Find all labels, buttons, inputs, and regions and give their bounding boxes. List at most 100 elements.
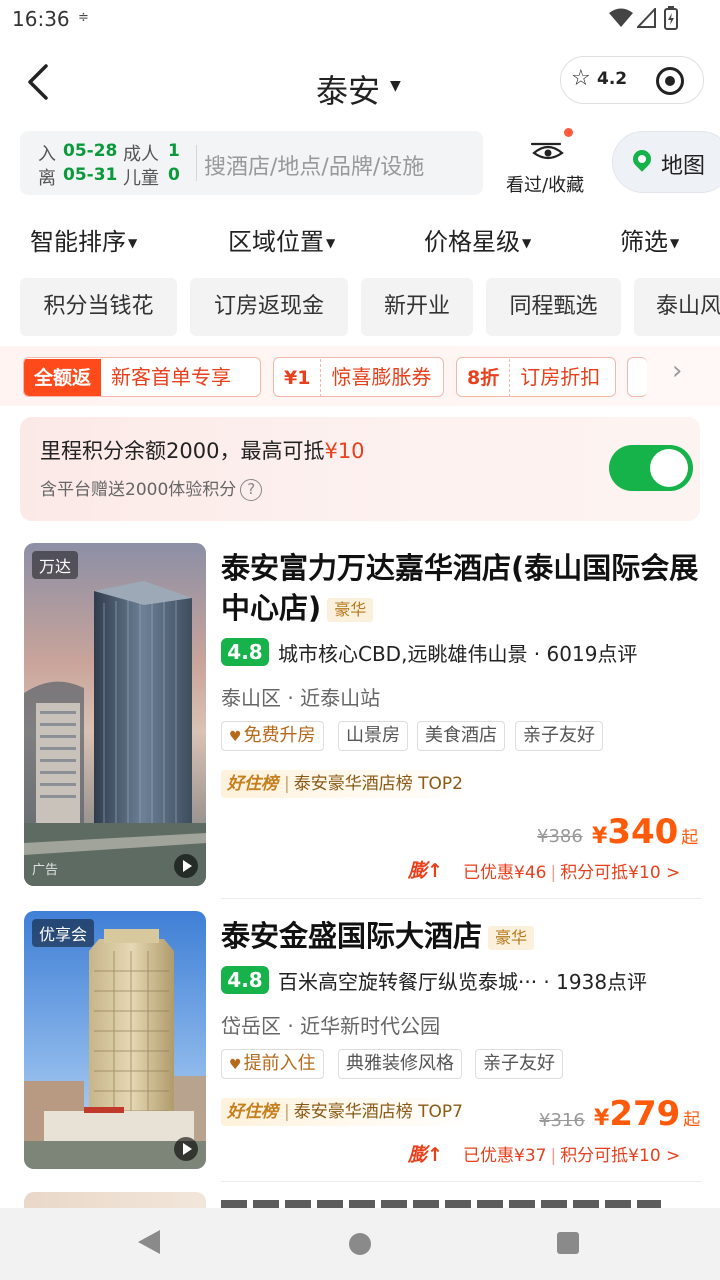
promo-tag: 全额返 [24, 359, 102, 396]
search-box[interactable]: 入 05-28 成人 1 离 05-31 儿童 0 搜酒店/地点/品牌/设施 [20, 131, 483, 195]
feature-tag: ♥ 免费升房 [221, 721, 324, 751]
hotel-photo [24, 911, 206, 1169]
children-label: 儿童 [123, 168, 159, 189]
tier-badge: 豪华 [488, 926, 535, 950]
currency-symbol: ¥ [594, 1106, 610, 1131]
back-button[interactable] [24, 62, 64, 112]
chip-cashback[interactable]: 订房返现金 [190, 278, 348, 336]
next-hotel-name-clipped[interactable] [221, 1194, 661, 1208]
viewed-label: 看过/收藏 [506, 175, 585, 196]
hotel-name[interactable]: 泰安富力万达嘉华酒店(泰山国际会展中心店) 豪华 [221, 548, 701, 628]
hotel-description: 百米高空旋转餐厅纵览泰城··· · 1938点评 [278, 970, 648, 994]
hotel-name[interactable]: 泰安金盛国际大酒店 豪华 [221, 916, 701, 956]
chip-mount-tai[interactable]: 泰山风 [634, 278, 720, 336]
mileage-card: 里程积分余额2000，最高可抵¥10 含平台赠送2000体验积分? [20, 417, 700, 521]
card-divider [221, 1181, 701, 1182]
promo-tag: ¥1 [274, 359, 322, 396]
miniapp-capsule[interactable]: ☆ 4.2 [560, 56, 704, 104]
hotel-name-text: 泰安金盛国际大酒店 [221, 919, 483, 953]
discount-info[interactable]: 已优惠¥46 | 积分可抵¥10 > [463, 858, 680, 883]
notification-dot [564, 128, 573, 137]
search-input[interactable]: 搜酒店/地点/品牌/设施 [204, 149, 424, 181]
next-hotel-image[interactable] [24, 1192, 206, 1208]
hotel-image[interactable]: 万达 广告 [24, 543, 206, 886]
price-value: 279 [609, 1094, 681, 1134]
rank-text: 泰安豪华酒店榜 TOP7 [293, 1102, 463, 1122]
checkout-date[interactable]: 05-31 [63, 165, 117, 185]
star-icon[interactable]: ☆ [571, 66, 591, 91]
rank-separator: | [284, 774, 290, 794]
help-icon[interactable]: ? [240, 479, 263, 501]
eye-icon [530, 142, 564, 160]
promo-coupon[interactable]: ¥1 惊喜膨胀券 [273, 357, 444, 397]
play-icon[interactable] [174, 1137, 198, 1161]
member-badge: 优享会 [32, 919, 95, 947]
status-bar: 16:36 ≑ [0, 0, 720, 38]
nav-recents-icon[interactable] [557, 1232, 579, 1254]
signal-icon [637, 8, 656, 28]
adults-count[interactable]: 1 [168, 141, 180, 161]
mileage-toggle[interactable] [609, 445, 693, 491]
tab-area[interactable]: 区域位置 ▼ [228, 222, 335, 257]
score-badge: 4.8 [221, 966, 269, 994]
checkin-date[interactable]: 05-28 [63, 141, 117, 161]
feature-tag: 美食酒店 [417, 721, 505, 751]
nav-home-icon[interactable] [349, 1233, 371, 1255]
brand-badge: 万达 [32, 551, 79, 579]
discount-info[interactable]: 已优惠¥37 | 积分可抵¥10 > [463, 1141, 680, 1166]
heart-icon: ♥ [229, 1057, 242, 1073]
play-icon[interactable] [174, 854, 198, 878]
viewed-favorites-button[interactable]: 看过/收藏 [500, 128, 600, 198]
promo-more[interactable] [627, 357, 647, 397]
feature-tag: 亲子友好 [475, 1049, 563, 1079]
feature-tag: 亲子友好 [515, 721, 603, 751]
mileage-text: 里程积分余额2000，最高可抵 [40, 439, 325, 463]
chevron-left-icon [28, 64, 48, 100]
system-navigation-bar [0, 1208, 720, 1280]
hotel-price: ¥340 起 [592, 812, 698, 852]
hotel-image[interactable]: 优享会 [24, 911, 206, 1169]
tab-smart-sort[interactable]: 智能排序 ▼ [30, 222, 137, 257]
discount-text: 已优惠¥37 [463, 1146, 547, 1166]
tab-label: 区域位置 [228, 228, 324, 256]
hotel-price: ¥279 起 [594, 1094, 700, 1134]
ad-label: 广告 [32, 863, 59, 878]
promo-full-refund[interactable]: 全额返 新客首单专享 [23, 357, 261, 397]
hotel-name-text: 泰安富力万达嘉华酒店(泰山国际会展中心店) [221, 551, 699, 625]
tab-label: 筛选 [620, 228, 668, 256]
chip-selected[interactable]: 同程甄选 [486, 278, 621, 336]
chevron-right-icon[interactable]: › [672, 356, 682, 386]
tag-label: 免费升房 [243, 725, 316, 746]
caret-down-icon[interactable]: ▼ [390, 78, 401, 94]
points-text: 积分可抵¥10 > [560, 1146, 681, 1166]
promo-discount[interactable]: 8折 订房折扣 [456, 357, 616, 397]
promo-text: 新客首单专享 [111, 365, 232, 389]
map-button[interactable]: 地图 [612, 131, 720, 193]
points-text: 积分可抵¥10 > [560, 863, 681, 883]
feature-tag: ♥ 提前入住 [221, 1049, 324, 1079]
mileage-amount: ¥10 [324, 439, 365, 463]
tab-filter[interactable]: 筛选 ▼ [620, 222, 679, 257]
promo-tag: 8折 [457, 359, 511, 396]
tag-label: 提前入住 [243, 1053, 316, 1074]
chip-points[interactable]: 积分当钱花 [20, 278, 177, 336]
chip-new-open[interactable]: 新开业 [361, 278, 473, 336]
price-value: 340 [607, 812, 679, 852]
ranking-badge[interactable]: 好住榜 | 泰安豪华酒店榜 TOP2 [221, 770, 473, 798]
battery-icon [664, 6, 678, 30]
city-selector[interactable]: 泰安 [316, 66, 380, 112]
close-target-icon[interactable] [656, 67, 684, 95]
hotel-location: 泰山区 · 近泰山站 [221, 686, 381, 710]
price-suffix: 起 [683, 1110, 701, 1130]
caret-down-icon: ▼ [670, 236, 680, 250]
children-count[interactable]: 0 [168, 165, 180, 185]
tab-price-star[interactable]: 价格星级 ▼ [424, 222, 531, 257]
mileage-note: 含平台赠送2000体验积分? [40, 475, 263, 501]
boost-icon: 膨↑ [408, 1144, 443, 1166]
rank-logo: 好住榜 [227, 774, 278, 794]
card-divider [221, 898, 701, 899]
nav-back-icon[interactable] [138, 1230, 160, 1254]
mileage-balance: 里程积分余额2000，最高可抵¥10 [40, 435, 365, 465]
adults-label: 成人 [123, 144, 159, 165]
ranking-badge[interactable]: 好住榜 | 泰安豪华酒店榜 TOP7 [221, 1098, 473, 1126]
